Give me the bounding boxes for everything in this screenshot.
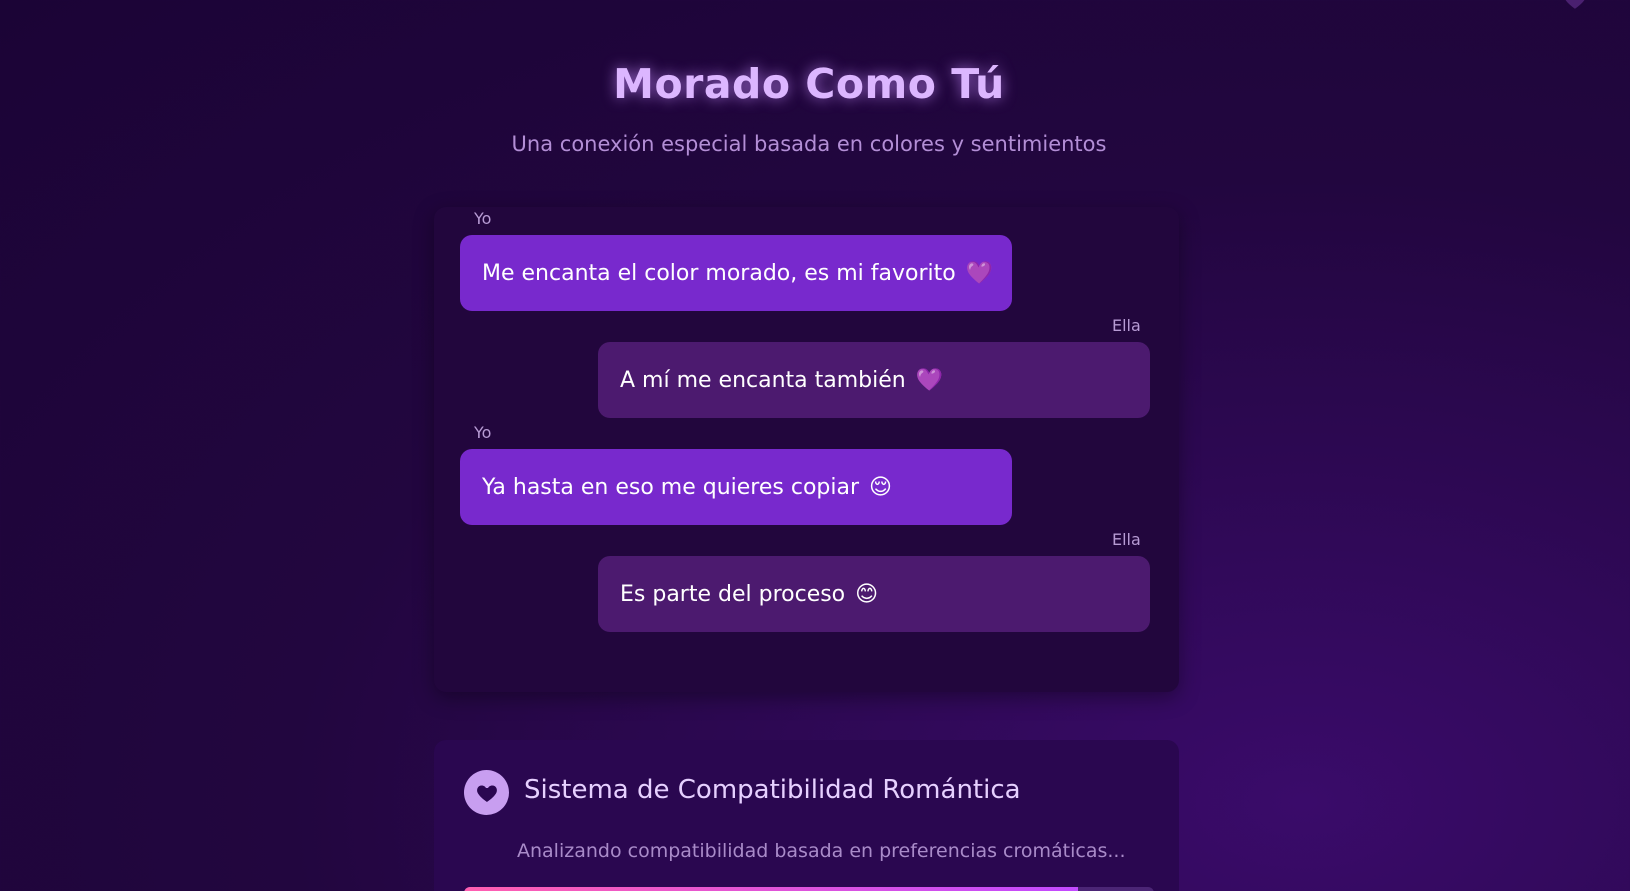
compatibility-title: Sistema de Compatibilidad Romántica bbox=[524, 775, 1021, 805]
smiling-face-icon: 😊 bbox=[855, 581, 879, 607]
compatibility-description: Analizando compatibilidad basada en pref… bbox=[517, 840, 1126, 862]
purple-heart-icon: 💜 bbox=[915, 367, 944, 393]
message-sender: Yo bbox=[474, 209, 492, 228]
message-text: A mí me encanta también bbox=[620, 367, 906, 393]
message-text: Es parte del proceso bbox=[620, 581, 846, 607]
message-bubble-me[interactable]: Ya hasta en eso me quieres copiar 😌 bbox=[460, 449, 1012, 525]
relieved-face-icon: 😌 bbox=[869, 474, 892, 500]
page-title: Morado Como Tú bbox=[613, 60, 1005, 108]
message-bubble-her[interactable]: Es parte del proceso 😊 bbox=[598, 556, 1150, 632]
message-sender: Ella bbox=[1112, 316, 1141, 335]
message-sender: Ella bbox=[1112, 530, 1141, 549]
compatibility-progress-fill bbox=[464, 887, 1079, 891]
message-sender: Yo bbox=[474, 423, 492, 442]
compatibility-progress-bar bbox=[464, 887, 1154, 891]
decorative-heart-icon bbox=[1562, 0, 1588, 12]
purple-heart-icon: 💜 bbox=[965, 260, 994, 286]
chat-panel: Yo Me encanta el color morado, es mi fav… bbox=[434, 207, 1179, 692]
message-bubble-me[interactable]: Me encanta el color morado, es mi favori… bbox=[460, 235, 1012, 311]
heart-icon bbox=[464, 770, 509, 815]
message-text: Ya hasta en eso me quieres copiar bbox=[482, 474, 860, 500]
compatibility-panel: Sistema de Compatibilidad Romántica Anal… bbox=[434, 740, 1179, 891]
message-text: Me encanta el color morado, es mi favori… bbox=[482, 260, 956, 286]
message-bubble-her[interactable]: A mí me encanta también 💜 bbox=[598, 342, 1150, 418]
page-subtitle: Una conexión especial basada en colores … bbox=[511, 132, 1107, 156]
